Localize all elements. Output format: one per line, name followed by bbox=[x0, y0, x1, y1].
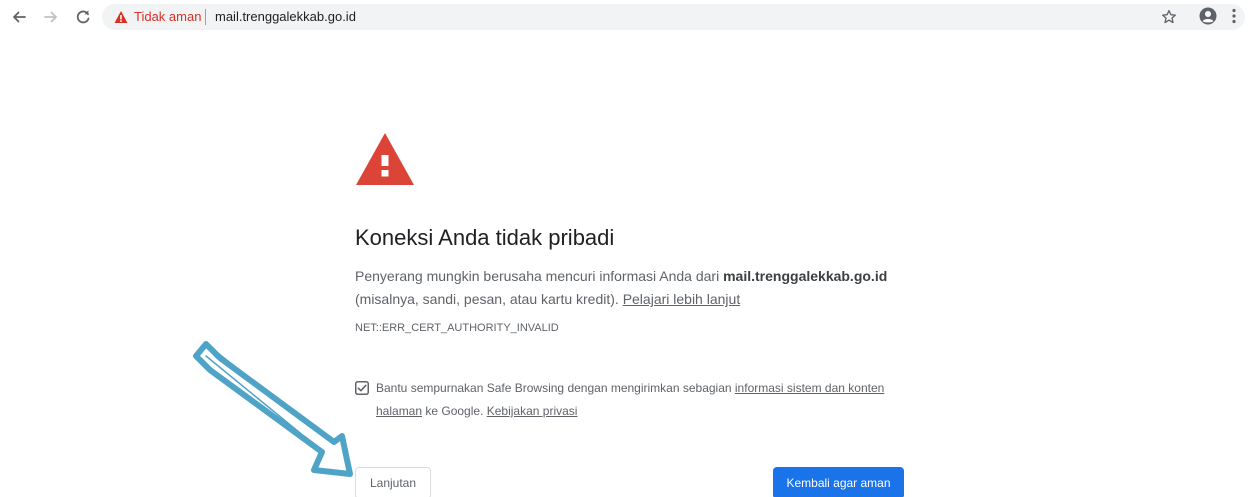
forward-button[interactable] bbox=[38, 4, 64, 30]
back-button[interactable] bbox=[6, 4, 32, 30]
advanced-button[interactable]: Lanjutan bbox=[355, 467, 431, 497]
safe-browsing-text: Bantu sempurnakan Safe Browsing dengan m… bbox=[376, 377, 896, 423]
warning-triangle-icon[interactable] bbox=[114, 10, 128, 24]
warning-triangle-icon bbox=[356, 133, 414, 185]
address-bar[interactable]: Tidak aman mail.trenggalekkab.go.id bbox=[102, 4, 1245, 30]
arrow-right-icon bbox=[44, 11, 57, 23]
security-status-label[interactable]: Tidak aman bbox=[134, 9, 201, 25]
error-code: NET::ERR_CERT_AUTHORITY_INVALID bbox=[355, 322, 559, 334]
safe-browsing-label-continued: ke Google. bbox=[422, 404, 487, 418]
learn-more-link[interactable]: Pelajari lebih lanjut bbox=[623, 291, 741, 307]
omnibox-divider bbox=[205, 9, 206, 25]
reload-button[interactable] bbox=[70, 4, 96, 30]
safe-browsing-label: Bantu sempurnakan Safe Browsing dengan m… bbox=[376, 381, 735, 395]
vertical-dots-icon bbox=[1232, 8, 1236, 24]
warning-description: Penyerang mungkin berusaha mencuri infor… bbox=[355, 265, 915, 311]
bookmark-button[interactable] bbox=[1159, 7, 1179, 27]
profile-button[interactable] bbox=[1197, 5, 1219, 27]
browser-window: Tidak aman mail.trenggalekkab.go.id Kone… bbox=[0, 0, 1251, 497]
site-hostname: mail.trenggalekkab.go.id bbox=[723, 268, 888, 284]
page-title: Koneksi Anda tidak pribadi bbox=[355, 225, 615, 250]
back-to-safety-button[interactable]: Kembali agar aman bbox=[773, 467, 904, 497]
star-icon bbox=[1162, 9, 1176, 24]
description-text: Penyerang mungkin berusaha mencuri infor… bbox=[355, 268, 724, 284]
browser-menu-button[interactable] bbox=[1224, 5, 1244, 27]
url-text[interactable]: mail.trenggalekkab.go.id bbox=[215, 9, 356, 25]
safe-browsing-checkbox[interactable] bbox=[355, 381, 369, 395]
privacy-policy-link[interactable]: Kebijakan privasi bbox=[487, 404, 578, 418]
reload-icon bbox=[76, 10, 90, 24]
arrow-left-icon bbox=[13, 11, 26, 23]
description-text-continued: (misalnya, sandi, pesan, atau kartu kred… bbox=[355, 291, 623, 307]
account-circle-icon bbox=[1199, 7, 1217, 25]
browser-toolbar: Tidak aman mail.trenggalekkab.go.id bbox=[0, 0, 1251, 34]
